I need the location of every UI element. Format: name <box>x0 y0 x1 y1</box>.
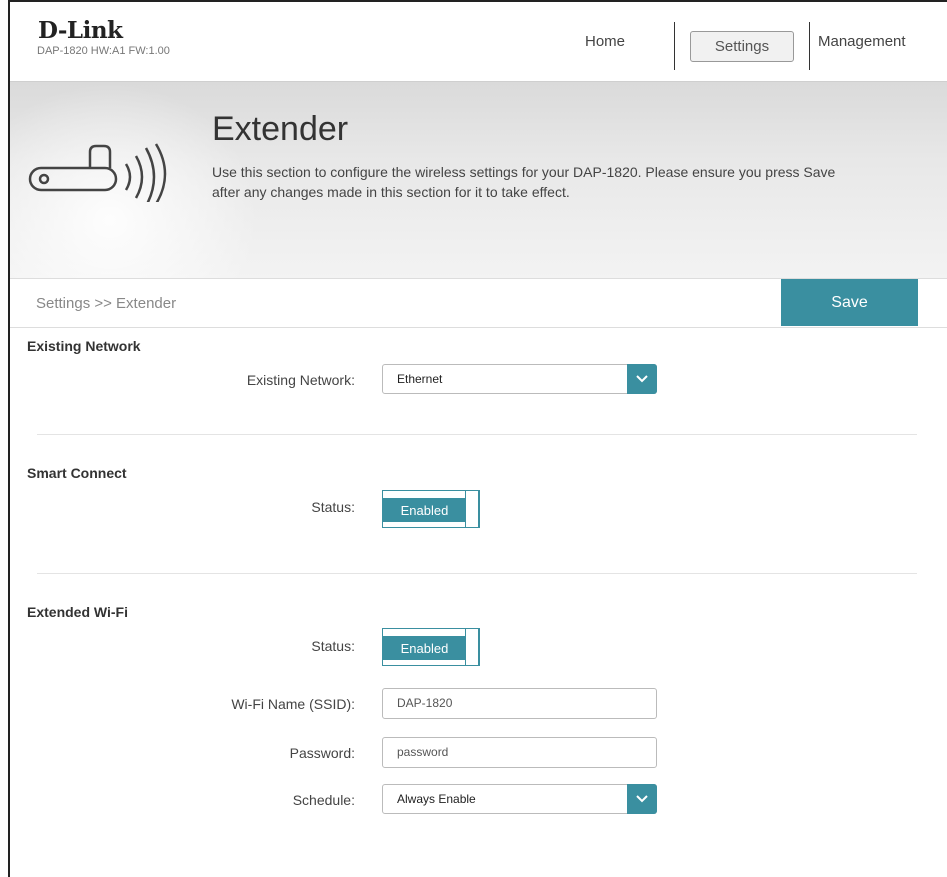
smart-connect-status-label: Status: <box>311 499 355 515</box>
hardware-info: DAP-1820 HW:A1 FW:1.00 <box>37 45 170 57</box>
smart-connect-toggle-state: Enabled <box>383 498 466 522</box>
smart-connect-toggle[interactable]: Enabled <box>382 490 480 528</box>
chevron-down-icon[interactable] <box>627 364 657 394</box>
nav-divider <box>674 22 675 70</box>
existing-network-label: Existing Network: <box>246 372 355 388</box>
page-title: Extender <box>212 110 349 148</box>
save-button[interactable]: Save <box>781 279 918 326</box>
breadcrumb: Settings >> Extender <box>36 295 177 312</box>
extended-wifi-toggle[interactable]: Enabled <box>382 628 480 666</box>
nav-settings-label: Settings <box>714 38 770 55</box>
password-label: Password: <box>289 745 355 761</box>
schedule-select[interactable]: Always Enable <box>382 784 657 814</box>
nav-home[interactable]: Home <box>585 33 625 50</box>
section-divider <box>37 573 917 574</box>
section-title-smart-connect: Smart Connect <box>27 465 127 481</box>
extended-wifi-status-label: Status: <box>311 638 355 654</box>
schedule-value: Always Enable <box>397 792 476 806</box>
chevron-down-icon[interactable] <box>627 784 657 814</box>
nav-settings[interactable]: Settings <box>690 31 794 62</box>
breadcrumb-bar: Settings >> Extender Save <box>10 278 947 328</box>
nav-management[interactable]: Management <box>818 33 906 50</box>
toggle-knob <box>465 628 479 666</box>
schedule-label: Schedule: <box>292 792 355 808</box>
existing-network-value: Ethernet <box>397 372 443 386</box>
extended-wifi-toggle-state: Enabled <box>383 636 466 660</box>
existing-network-select[interactable]: Ethernet <box>382 364 657 394</box>
section-divider <box>37 434 917 435</box>
ssid-label: Wi-Fi Name (SSID): <box>231 696 355 712</box>
ssid-input[interactable]: DAP-1820 <box>382 688 657 719</box>
top-header: D-Link DAP-1820 HW:A1 FW:1.00 Home Setti… <box>10 2 947 81</box>
wifi-extender-icon <box>28 143 167 202</box>
toggle-knob <box>465 490 479 528</box>
password-input[interactable]: password <box>382 737 657 768</box>
section-title-extended-wifi: Extended Wi-Fi <box>27 604 128 620</box>
page-description: Use this section to configure the wirele… <box>212 164 836 200</box>
section-title-existing-network: Existing Network <box>27 338 141 354</box>
nav-divider <box>809 22 810 70</box>
dlink-logo: D-Link <box>38 17 123 44</box>
page-banner: Extender Use this section to configure t… <box>10 81 947 279</box>
